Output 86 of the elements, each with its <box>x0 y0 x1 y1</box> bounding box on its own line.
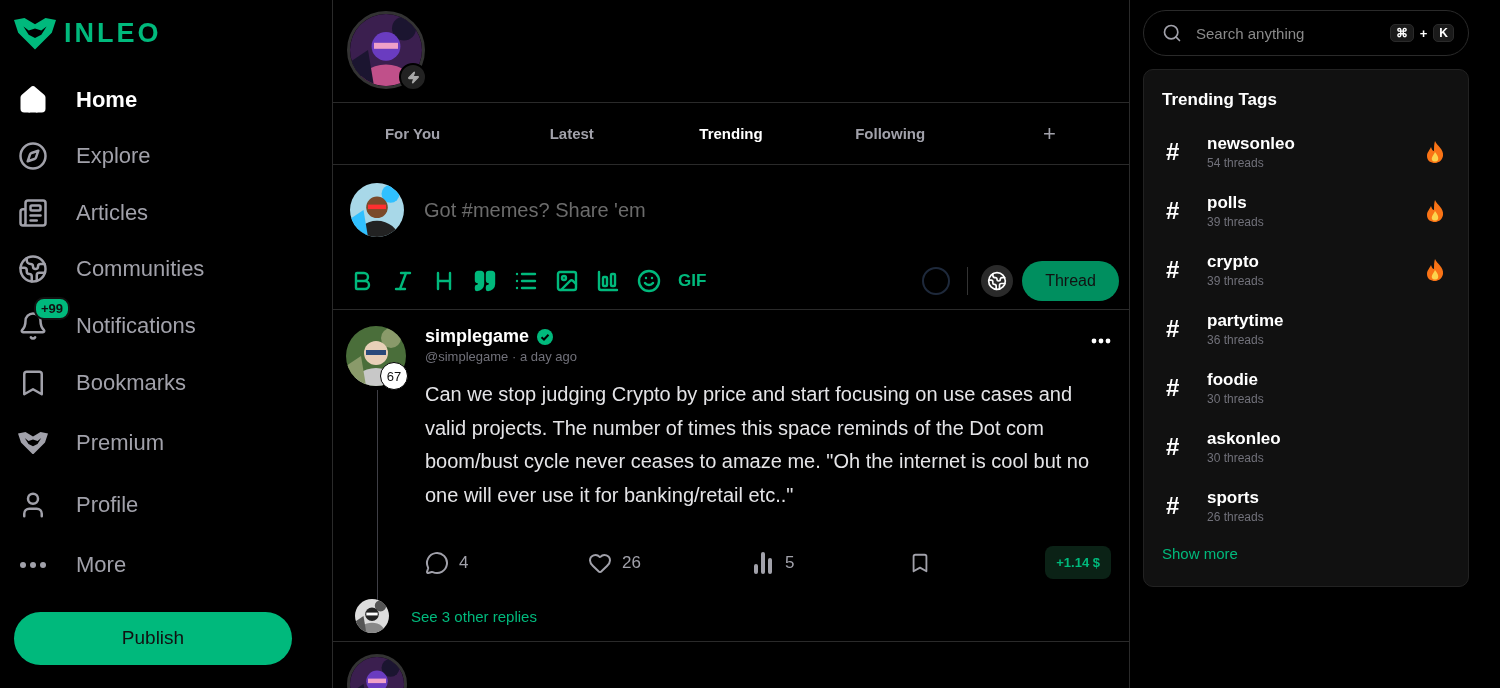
tag-name: polls <box>1207 192 1248 213</box>
more-options-icon[interactable] <box>1091 338 1111 344</box>
character-ring-icon <box>922 267 950 295</box>
quote-tool-icon[interactable] <box>473 269 497 293</box>
shortcut-key: ⌘ <box>1389 24 1414 42</box>
hash-symbol: # <box>1165 432 1181 461</box>
emoji-tool-icon[interactable] <box>637 269 661 293</box>
tag-row[interactable]: # partytime 36 threads <box>1162 299 1450 358</box>
poll-tool-icon[interactable] <box>596 269 620 293</box>
hash-symbol: # <box>1165 255 1181 284</box>
nav-item[interactable]: Articles <box>14 184 318 241</box>
show-more-link[interactable]: Show more <box>1162 545 1450 562</box>
tag-row[interactable]: # askonleo 30 threads <box>1162 417 1450 476</box>
search-icon <box>1162 23 1182 43</box>
tag-name: partytime <box>1207 310 1284 331</box>
separator-dot: · <box>511 349 517 364</box>
logo-text: INLEO <box>64 18 162 50</box>
nav-item[interactable]: +99 Notifications <box>14 297 318 355</box>
thread-count: 54 threads <box>1207 155 1265 170</box>
post-time: a day ago <box>519 349 577 364</box>
payout-badge[interactable]: +1.14 $ <box>1045 546 1111 579</box>
thread-count: 30 threads <box>1207 450 1265 465</box>
globe-button[interactable] <box>981 265 1013 297</box>
bars-icon[interactable] <box>751 550 775 575</box>
tag-name: foodie <box>1207 369 1259 390</box>
nav-item[interactable]: Profile <box>14 475 318 534</box>
logo-icon <box>14 18 56 50</box>
user-handle: @simplegame <box>425 349 509 364</box>
hash-symbol: # <box>1165 491 1181 520</box>
hash-symbol: # <box>1165 314 1181 343</box>
nav-item[interactable]: Communities <box>14 240 318 298</box>
hash-symbol: # <box>1165 373 1181 402</box>
newspaper-icon <box>18 197 48 228</box>
tag-name: askonleo <box>1207 428 1281 449</box>
tag-name: sports <box>1207 487 1260 508</box>
nav-item[interactable]: Premium <box>14 410 318 476</box>
feed-tab[interactable]: For You <box>384 125 441 142</box>
comment-icon[interactable] <box>425 550 449 575</box>
tag-row[interactable]: # foodie 30 threads <box>1162 358 1450 417</box>
tag-row[interactable]: # polls 39 threads <box>1162 181 1450 240</box>
tag-row[interactable]: # newsonleo 54 threads <box>1162 122 1450 181</box>
bell-icon <box>18 311 48 341</box>
hash-symbol: # <box>1165 137 1181 166</box>
tag-name: crypto <box>1207 251 1260 272</box>
comment-count: 4 <box>459 552 469 573</box>
home-icon <box>18 84 48 115</box>
post-input-field[interactable]: Got #memes? Share 'em <box>422 197 1119 223</box>
thread-count: 36 threads <box>1207 332 1265 347</box>
search-field[interactable]: Search anything <box>1194 23 1378 43</box>
publish-button[interactable]: Publish <box>14 611 292 665</box>
hash-symbol: # <box>1165 196 1181 225</box>
globe-icon <box>18 254 48 284</box>
nav-item[interactable]: Bookmarks <box>14 354 318 411</box>
nav-item[interactable]: Home <box>14 71 318 128</box>
card-title: Trending Tags <box>1162 90 1278 110</box>
thread-button[interactable]: Thread <box>1022 261 1119 301</box>
post-text: Can we stop judging Crypto by price and start focusing on use cases and valid projects. The number of times this space reminds of the Dot com boom/bust cycle never ceases to amaze me. "Oh the internet is cool but no one will ever use it for banking/retail etc.." <box>425 382 1091 508</box>
fire-icon <box>1426 258 1444 281</box>
add-tab-button[interactable]: + <box>1042 120 1056 147</box>
shortcut-plus: + <box>1419 25 1428 41</box>
like-count: 26 <box>622 552 641 573</box>
tag-name: newsonleo <box>1207 133 1295 154</box>
thread-count: 39 threads <box>1207 273 1264 288</box>
vote-count: 5 <box>785 552 795 573</box>
fire-icon <box>1426 199 1444 222</box>
thread-count: 26 threads <box>1207 509 1264 524</box>
nav-item[interactable]: Explore <box>14 127 318 185</box>
more-icon <box>19 560 47 569</box>
tag-row[interactable]: # crypto 39 threads <box>1162 240 1450 299</box>
lion-icon <box>18 431 48 455</box>
thread-count: 30 threads <box>1207 391 1264 406</box>
reputation-badge: 67 <box>380 362 408 390</box>
fire-icon <box>1426 140 1444 163</box>
shortcut-key: K <box>1433 24 1454 42</box>
gif-button[interactable]: GIF <box>678 271 707 291</box>
feed-tab[interactable]: Following <box>855 125 926 142</box>
see-replies-link[interactable]: See 3 other replies <box>411 607 537 625</box>
notification-badge: +99 <box>34 297 71 320</box>
author-name[interactable]: simplegame <box>425 326 530 347</box>
feed-tab[interactable]: Trending <box>699 125 763 142</box>
nav-item[interactable]: More <box>14 533 318 596</box>
thread-count: 39 threads <box>1207 214 1264 229</box>
tag-row[interactable]: # sports 26 threads <box>1162 476 1450 535</box>
feed-tab[interactable]: Latest <box>549 125 594 142</box>
compass-icon <box>18 141 48 171</box>
image-tool-icon[interactable] <box>555 269 579 293</box>
